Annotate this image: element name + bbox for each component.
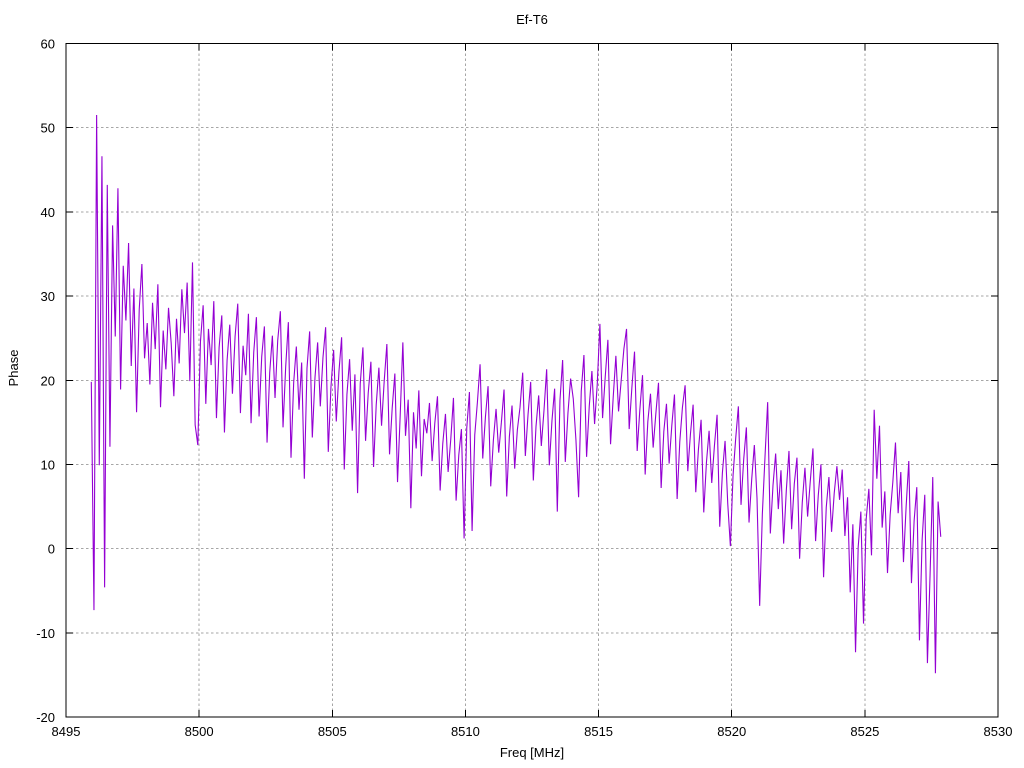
chart-figure: 8495 8500 8505 8510 8515 8520 8525 8530 -20 -10 0… [0,0,1024,768]
y-tick-label: 30 [41,289,55,304]
y-tick-label: 50 [41,121,55,136]
x-tick-label: 8520 [717,724,746,739]
y-tick-label: 0 [48,542,55,557]
y-tick-label: 20 [41,373,55,388]
y-axis-label: Phase [6,350,21,387]
y-tick-label: 60 [41,37,55,52]
y-tick-label: -10 [36,626,55,641]
x-tick-label: 8530 [984,724,1013,739]
x-axis-label: Freq [MHz] [500,745,564,760]
x-tick-label: 8495 [52,724,81,739]
x-tick-label: 8500 [185,724,214,739]
chart-title: Ef-T6 [516,12,548,27]
x-tick-label: 8505 [318,724,347,739]
chart-canvas: 8495 8500 8505 8510 8515 8520 8525 8530 -20 -10 0… [0,0,1024,768]
x-tick-label: 8525 [850,724,879,739]
chart-background [0,0,1024,768]
x-tick-label: 8510 [451,724,480,739]
y-tick-label: 10 [41,457,55,472]
y-tick-label: 40 [41,205,55,220]
y-tick-label: -20 [36,710,55,725]
x-tick-label: 8515 [584,724,613,739]
